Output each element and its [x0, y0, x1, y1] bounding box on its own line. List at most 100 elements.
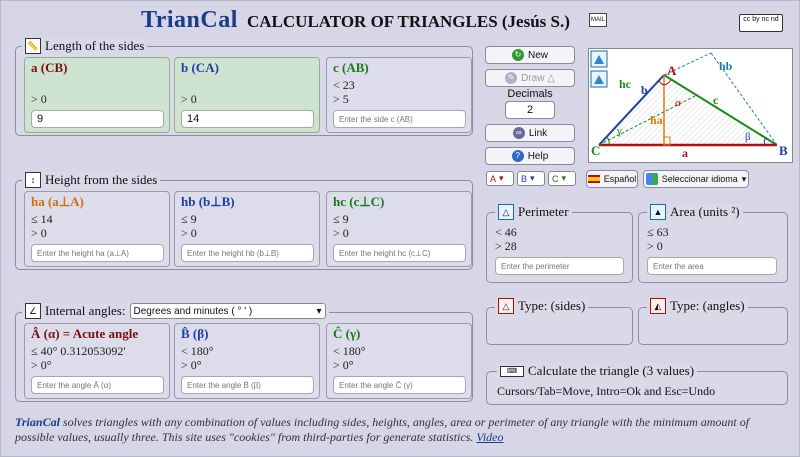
footer-brand: TrianCal — [15, 415, 60, 429]
diagram-side-c: c — [713, 93, 719, 107]
angle-c-cond-2: > 0° — [333, 358, 354, 372]
angle-c-cell: Ĉ (γ) < 180° > 0° — [326, 323, 472, 399]
diagram-side-b: b — [641, 83, 648, 97]
area-group: ▲ Area (units ²) ≤ 63 > 0 — [638, 204, 788, 283]
side-c-cell: c (AB) < 23 > 5 — [326, 57, 472, 133]
diagram-hc: hc — [619, 77, 631, 91]
select-b[interactable]: B ▾ — [517, 171, 545, 186]
chevron-down-icon: ▾ — [741, 173, 747, 184]
vertex-c-label: C — [591, 143, 601, 158]
height-hb-cell: hb (b⊥B) ≤ 9 > 0 — [174, 191, 320, 267]
diagram-beta: β — [745, 131, 751, 143]
height-ha-input[interactable] — [31, 244, 164, 262]
height-ha-cond-2: > 0 — [31, 226, 47, 240]
app-title: TrianCal — [141, 7, 238, 33]
side-b-cell: b (CA) > 0 — [174, 57, 320, 133]
height-ha-cell: ha (a⊥A) ≤ 14 > 0 — [24, 191, 170, 267]
triangle-diagram: A B C a b c ha hb hc α β γ — [588, 48, 793, 163]
area-cond-1: ≤ 63 — [647, 225, 669, 239]
vertex-b-label: B — [779, 143, 788, 158]
chevron-down-icon: ▾ — [316, 305, 322, 317]
angle-unit-select[interactable]: Degrees and minutes ( ° ' ) ▾ — [129, 303, 326, 319]
new-button[interactable]: ↻ New — [485, 46, 575, 64]
height-hc-label: hc (c⊥C) — [333, 194, 385, 209]
angle-a-input[interactable] — [31, 376, 164, 394]
diagram-hb: hb — [719, 59, 733, 73]
perimeter-cond-2: > 28 — [495, 239, 517, 253]
heights-legend: Height from the sides — [45, 172, 158, 187]
type-sides-group: △ Type: (sides) — [486, 298, 633, 345]
side-a-cond: > 0 — [31, 92, 47, 106]
height-hc-cond-1: ≤ 9 — [333, 212, 349, 226]
diagram-ha: ha — [650, 113, 663, 127]
type-angles-group: ◭ Type: (angles) — [638, 298, 788, 345]
side-a-input[interactable] — [31, 110, 164, 128]
side-c-label: c (AB) — [333, 60, 369, 75]
perimeter-input[interactable] — [495, 257, 624, 275]
spanish-button[interactable]: Español — [586, 170, 638, 188]
height-hb-label: hb (b⊥B) — [181, 194, 235, 209]
height-hc-cell: hc (c⊥C) ≤ 9 > 0 — [326, 191, 472, 267]
height-hb-cond-2: > 0 — [181, 226, 197, 240]
chevron-down-icon: ▾ — [499, 173, 504, 183]
decimals-input[interactable]: 2 — [505, 101, 555, 119]
cc-license-icon[interactable]: cc by nc nd — [739, 14, 783, 32]
help-button[interactable]: ? Help — [485, 147, 575, 165]
angle-icon: ∠ — [25, 303, 41, 319]
perimeter-group: △ Perimeter < 46 > 28 — [486, 204, 633, 283]
height-icon: ↕ — [25, 172, 41, 188]
sides-legend: Length of the sides — [45, 38, 145, 53]
keyboard-icon: ⌨ — [500, 365, 524, 377]
heights-group: ↕ Height from the sides ha (a⊥A) ≤ 14 > … — [15, 172, 473, 270]
select-a[interactable]: A ▾ — [486, 171, 514, 186]
calculate-group: ⌨ Calculate the triangle (3 values) Curs… — [486, 363, 788, 405]
side-b-input[interactable] — [181, 110, 314, 128]
angle-c-input[interactable] — [333, 376, 466, 394]
height-hb-cond-1: ≤ 9 — [181, 212, 197, 226]
page: TrianCal CALCULATOR OF TRIANGLES (Jesús … — [0, 0, 800, 457]
draw-button[interactable]: ✎ Draw △ — [485, 69, 575, 87]
side-c-cond-2: > 5 — [333, 92, 349, 106]
sides-group: 📏 Length of the sides a (CB) > 0 b (CA) … — [15, 38, 473, 136]
select-c[interactable]: C ▾ — [548, 171, 576, 186]
height-hc-input[interactable] — [333, 244, 466, 262]
video-link[interactable]: Video — [476, 430, 503, 444]
angles-legend: Internal angles: — [45, 303, 126, 318]
type-sides-icon: △ — [498, 298, 514, 314]
side-b-label: b (CA) — [181, 60, 219, 75]
ruler-icon: 📏 — [25, 38, 41, 54]
side-c-input[interactable] — [333, 110, 466, 128]
side-a-label: a (CB) — [31, 60, 68, 75]
footer-description: solves triangles with any combination of… — [15, 415, 750, 444]
height-ha-cond-1: ≤ 14 — [31, 212, 53, 226]
angle-b-label: B̂ (β) — [181, 326, 209, 341]
footer-text: TrianCal solves triangles with any combi… — [15, 415, 787, 445]
height-hb-input[interactable] — [181, 244, 314, 262]
angle-a-cond-2: > 0° — [31, 358, 52, 372]
diagram-gamma: γ — [617, 125, 622, 137]
angle-b-cond-2: > 0° — [181, 358, 202, 372]
angle-a-label: Â (α) = Acute angle — [31, 326, 139, 341]
perimeter-cond-1: < 46 — [495, 225, 517, 239]
spain-flag-icon — [587, 175, 600, 183]
angle-a-cell: Â (α) = Acute angle ≤ 40° 0.312053092' >… — [24, 323, 170, 399]
area-cond-2: > 0 — [647, 239, 663, 253]
area-input[interactable] — [647, 257, 777, 275]
help-icon: ? — [511, 150, 524, 162]
angle-b-input[interactable] — [181, 376, 314, 394]
angle-b-cond-1: < 180° — [181, 344, 214, 358]
type-angles-icon: ◭ — [650, 298, 666, 314]
diagram-side-a: a — [682, 146, 688, 160]
angle-a-cond-1: ≤ 40° 0.312053092' — [31, 344, 126, 358]
side-c-cond-1: < 23 — [333, 78, 355, 92]
translate-icon — [645, 173, 658, 185]
mail-icon[interactable]: MAIL — [589, 13, 607, 27]
angle-c-label: Ĉ (γ) — [333, 326, 361, 341]
decimals-label: Decimals — [507, 88, 553, 100]
calculate-hint: Cursors/Tab=Move, Intro=Ok and Esc=Undo — [497, 384, 716, 398]
angle-c-cond-1: < 180° — [333, 344, 366, 358]
link-button[interactable]: ∞ Link — [485, 124, 575, 142]
height-hc-cond-2: > 0 — [333, 226, 349, 240]
draw-icon: ✎ — [505, 72, 518, 84]
language-select[interactable]: Seleccionar idioma ▾ — [643, 170, 749, 188]
